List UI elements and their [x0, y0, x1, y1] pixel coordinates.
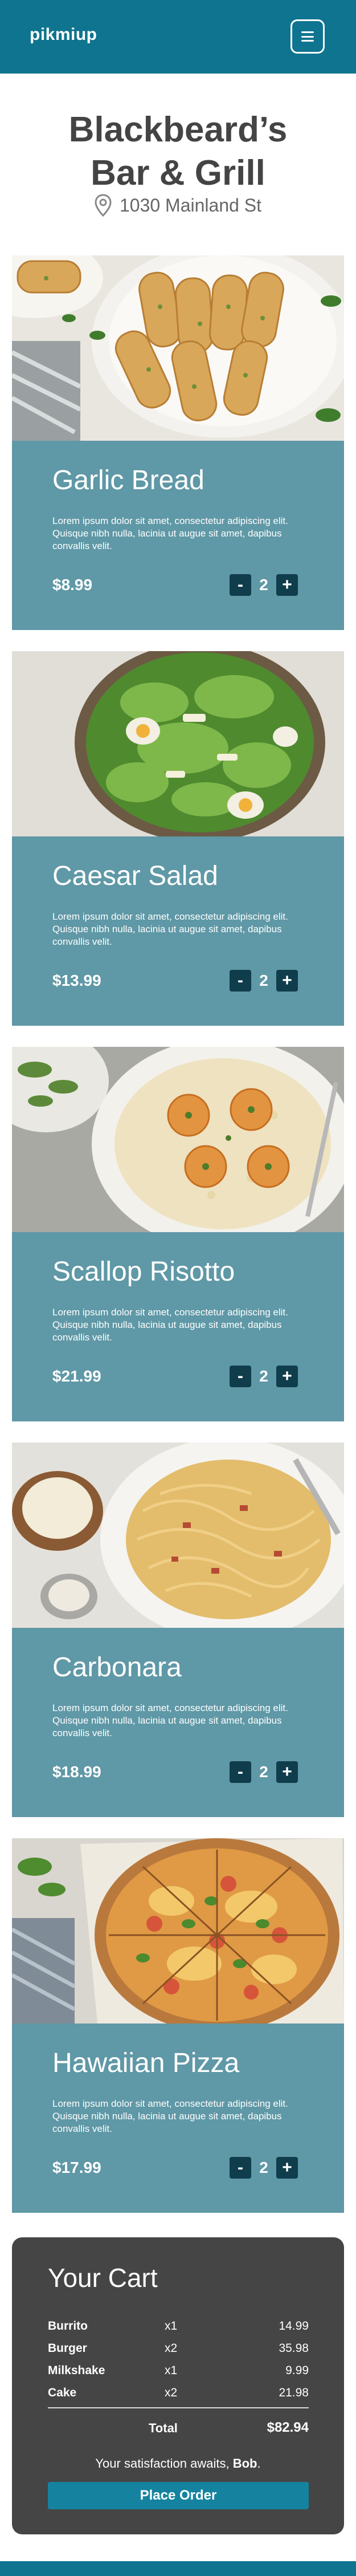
- increase-quantity-button[interactable]: +: [276, 574, 298, 596]
- cart-item-name: Burger: [48, 2341, 87, 2355]
- food-photo: [12, 1443, 344, 1628]
- cart-row: Burrito x1 14.99: [48, 2315, 309, 2337]
- location-pin-icon: [95, 194, 112, 217]
- decrease-quantity-button[interactable]: -: [230, 970, 251, 992]
- address-text: 1030 Mainland St: [119, 194, 262, 216]
- food-photo: [12, 255, 344, 441]
- cart-total-value: $82.94: [267, 2420, 309, 2435]
- food-photo: [12, 1838, 344, 2024]
- quantity-stepper: - 2 +: [230, 970, 298, 992]
- cart-item-name: Milkshake: [48, 2363, 105, 2377]
- quantity-stepper: - 2 +: [230, 574, 298, 596]
- menu-item-panel: Carbonara Lorem ipsum dolor sit amet, co…: [12, 1628, 344, 1817]
- cart-item-qty: x1: [165, 2319, 178, 2333]
- cart-row: Cake x2 21.98: [48, 2382, 309, 2404]
- cart-row: Burger x2 35.98: [48, 2337, 309, 2359]
- satisfaction-suffix: .: [257, 2456, 261, 2471]
- food-photo: [12, 651, 344, 836]
- place-order-button[interactable]: Place Order: [48, 2482, 309, 2509]
- menu-item-description: Lorem ipsum dolor sit amet, consectetur …: [52, 1307, 288, 1343]
- quantity-value: 2: [259, 972, 268, 989]
- restaurant-address: 1030 Mainland St: [0, 194, 356, 217]
- menu-item-panel: Caesar Salad Lorem ipsum dolor sit amet,…: [12, 836, 344, 1026]
- menu-item-description: Lorem ipsum dolor sit amet, consectetur …: [52, 911, 288, 947]
- menu-item-description: Lorem ipsum dolor sit amet, consectetur …: [52, 515, 288, 551]
- menu-item-name: Carbonara: [52, 1652, 182, 1683]
- cart-item-price: 14.99: [279, 2319, 309, 2333]
- cart-item-name: Burrito: [48, 2319, 88, 2333]
- cart-item-price: 9.99: [285, 2363, 309, 2377]
- food-photo: [12, 1047, 344, 1232]
- menu-item-name: Garlic Bread: [52, 465, 204, 495]
- increase-quantity-button[interactable]: +: [276, 2157, 298, 2179]
- restaurant-name-line1: Blackbeard’s: [68, 110, 288, 149]
- quantity-value: 2: [259, 1367, 268, 1385]
- cart-item-qty: x2: [165, 2386, 178, 2399]
- hamburger-menu-button[interactable]: [290, 19, 325, 54]
- menu-item-description: Lorem ipsum dolor sit amet, consectetur …: [52, 2098, 288, 2134]
- menu-item-name: Scallop Risotto: [52, 1257, 235, 1287]
- quantity-value: 2: [259, 576, 268, 594]
- cart-row: Milkshake x1 9.99: [48, 2359, 309, 2382]
- cart-item-price: 21.98: [279, 2386, 309, 2399]
- increase-quantity-button[interactable]: +: [276, 1366, 298, 1387]
- satisfaction-prefix: Your satisfaction awaits,: [95, 2456, 233, 2471]
- decrease-quantity-button[interactable]: -: [230, 574, 251, 596]
- quantity-stepper: - 2 +: [230, 2157, 298, 2179]
- decrease-quantity-button[interactable]: -: [230, 1366, 251, 1387]
- cart-item-qty: x2: [165, 2341, 178, 2355]
- restaurant-name-line2: Bar & Grill: [91, 153, 265, 193]
- cart-total-label: Total: [149, 2421, 178, 2435]
- menu-item-price: $17.99: [52, 2159, 101, 2176]
- increase-quantity-button[interactable]: +: [276, 1761, 298, 1783]
- menu-item-price: $18.99: [52, 1763, 101, 1781]
- satisfaction-message: Your satisfaction awaits, Bob.: [12, 2456, 344, 2471]
- cart-title: Your Cart: [48, 2263, 158, 2293]
- restaurant-name: Blackbeard’s Bar & Grill: [0, 108, 356, 195]
- menu-item-description: Lorem ipsum dolor sit amet, consectetur …: [52, 1703, 288, 1738]
- decrease-quantity-button[interactable]: -: [230, 2157, 251, 2179]
- quantity-value: 2: [259, 2159, 268, 2176]
- cart-panel: Your Cart Burrito x1 14.99 Burger x2 35.…: [12, 2237, 344, 2534]
- cart-items-table: Burrito x1 14.99 Burger x2 35.98 Milksha…: [48, 2315, 309, 2404]
- top-nav-bar: pikmiup: [0, 0, 356, 74]
- menu-item-panel: Garlic Bread Lorem ipsum dolor sit amet,…: [12, 441, 344, 630]
- quantity-stepper: - 2 +: [230, 1366, 298, 1387]
- menu-item-price: $21.99: [52, 1367, 101, 1385]
- menu-item-price: $13.99: [52, 972, 101, 989]
- cart-item-price: 35.98: [279, 2341, 309, 2355]
- decrease-quantity-button[interactable]: -: [230, 1761, 251, 1783]
- footer-bar: [0, 2561, 356, 2576]
- app-logo[interactable]: pikmiup: [30, 25, 97, 44]
- cart-item-qty: x1: [165, 2363, 178, 2377]
- hamburger-menu-icon: [301, 31, 314, 42]
- menu-item-price: $8.99: [52, 576, 93, 594]
- cart-item-name: Cake: [48, 2386, 77, 2399]
- user-name: Bob: [232, 2456, 257, 2471]
- menu-item-panel: Scallop Risotto Lorem ipsum dolor sit am…: [12, 1232, 344, 1421]
- increase-quantity-button[interactable]: +: [276, 970, 298, 992]
- menu-item-name: Hawaiian Pizza: [52, 2048, 240, 2078]
- menu-item-panel: Hawaiian Pizza Lorem ipsum dolor sit ame…: [12, 2024, 344, 2213]
- cart-divider: [48, 2407, 309, 2408]
- quantity-stepper: - 2 +: [230, 1761, 298, 1783]
- quantity-value: 2: [259, 1763, 268, 1781]
- menu-item-name: Caesar Salad: [52, 861, 218, 891]
